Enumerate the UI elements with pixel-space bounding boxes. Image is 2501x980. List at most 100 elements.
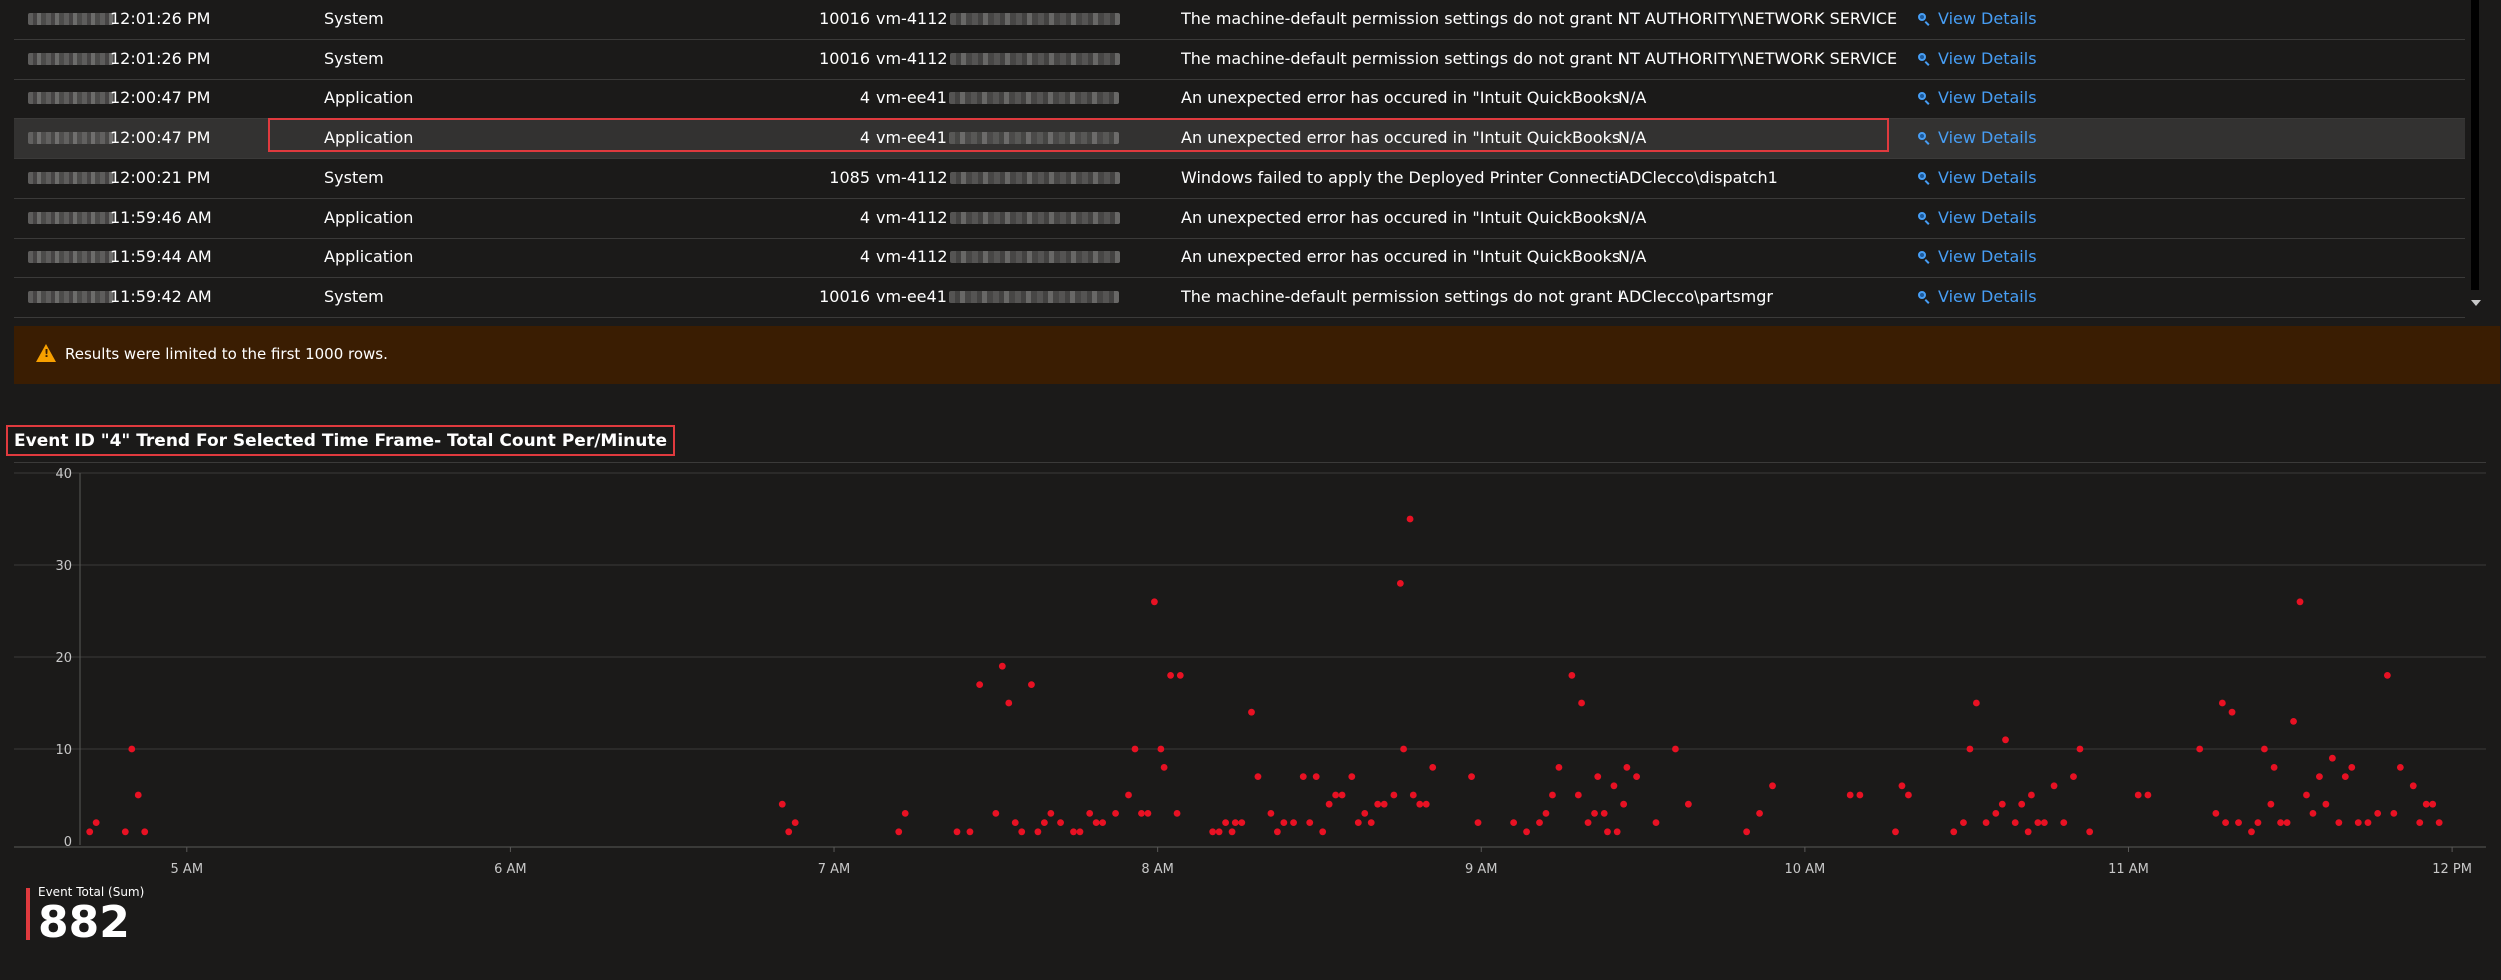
view-details-link[interactable]: View Details: [1918, 119, 2078, 158]
table-row[interactable]: 12:00:47 PM Application 4 vm-ee41 An unexpec…: [14, 79, 2465, 120]
table-row[interactable]: 11:59:42 AM System 10016 vm-ee41 The machine…: [14, 278, 2465, 318]
data-point: [1280, 819, 1288, 826]
view-details-link[interactable]: View Details: [1918, 40, 2078, 79]
data-point: [1070, 828, 1077, 836]
computer-prefix: vm-4112: [876, 48, 948, 68]
data-point: [1982, 819, 1990, 826]
scrollbar-thumb[interactable]: [2471, 0, 2479, 290]
data-point: [2261, 745, 2268, 753]
table-row[interactable]: 12:01:26 PM System 10016 vm-4112 The machine…: [14, 0, 2465, 40]
table-row[interactable]: 11:59:44 AM Application 4 vm-4112 An unexpec…: [14, 238, 2465, 279]
data-point: [92, 819, 100, 826]
user-cell: N/A: [1618, 128, 1647, 148]
data-point: [1157, 745, 1165, 753]
data-point: [1290, 819, 1297, 826]
data-point: [1400, 745, 1407, 753]
time-cell: 11:59:44 AM: [110, 247, 212, 267]
data-point: [1536, 819, 1543, 826]
data-point: [2390, 810, 2398, 817]
view-details-label: View Details: [1938, 48, 2037, 68]
data-point: [2267, 800, 2275, 808]
data-point: [1898, 782, 1906, 790]
data-point: [2076, 745, 2084, 753]
table-scrollbar[interactable]: [2467, 0, 2484, 316]
data-point: [2309, 810, 2317, 817]
table-row[interactable]: 12:01:26 PM System 10016 vm-4112 The machine…: [14, 40, 2465, 80]
log-cell: Application: [324, 247, 414, 267]
log-cell: System: [324, 167, 384, 187]
event-id-cell: 1085: [829, 167, 870, 187]
data-point: [992, 810, 1000, 817]
data-point: [134, 791, 142, 799]
table-row[interactable]: 12:00:21 PM System 1085 vm-4112 Windows fail…: [14, 159, 2465, 199]
event-id-cell: 4: [859, 247, 870, 267]
data-point: [121, 828, 129, 836]
data-point: [1594, 773, 1602, 780]
data-point: [2396, 764, 2404, 771]
magnifier-icon: [1918, 52, 1930, 65]
data-point: [1468, 773, 1475, 780]
table-row[interactable]: 11:59:46 AM Application 4 vm-4112 An unexpec…: [14, 199, 2465, 239]
magnifier-icon: [1918, 251, 1930, 263]
data-point: [1112, 810, 1119, 817]
data-point: [1591, 810, 1598, 817]
data-point: [2435, 819, 2443, 826]
data-point: [2011, 819, 2019, 826]
event-id-cell: 10016: [819, 9, 870, 28]
data-point: [2024, 828, 2032, 836]
data-point: [1319, 828, 1327, 836]
data-point: [2383, 672, 2391, 679]
data-point: [1299, 773, 1307, 780]
data-point: [86, 828, 94, 836]
data-point: [2144, 791, 2152, 799]
computer-name-redacted: [948, 92, 1119, 105]
warning-text: Results were limited to the first 1000 r…: [65, 345, 388, 363]
log-cell: Application: [324, 88, 414, 108]
data-point: [1610, 782, 1618, 790]
data-point: [1396, 580, 1404, 587]
data-point: [141, 828, 149, 836]
table-row[interactable]: 12:00:47 PM Application 4 vm-ee41 An unexpec…: [14, 119, 2465, 160]
computer-prefix: vm-ee41: [876, 128, 947, 148]
view-details-link[interactable]: View Details: [1918, 199, 2078, 238]
data-point: [1057, 819, 1064, 826]
data-point: [2409, 782, 2417, 790]
view-details-link[interactable]: View Details: [1918, 79, 2078, 118]
data-point: [1215, 828, 1223, 836]
data-point: [1892, 828, 1899, 836]
data-point: [2002, 736, 2009, 744]
data-point: [1510, 819, 1518, 826]
computer-cell: vm-ee41: [876, 278, 1126, 317]
view-details-link[interactable]: View Details: [1918, 0, 2078, 39]
data-point: [1613, 828, 1621, 836]
events-table: 12:01:26 PM System 10016 vm-4112 The machine…: [14, 0, 2465, 318]
data-point: [1222, 819, 1230, 826]
data-point: [778, 800, 786, 808]
data-point: [1238, 819, 1246, 826]
data-point: [1354, 819, 1362, 826]
data-point: [953, 828, 961, 836]
data-point: [1972, 699, 1980, 707]
time-cell: 12:00:47 PM: [110, 88, 211, 108]
data-point: [1332, 791, 1340, 799]
data-point: [2134, 791, 2142, 799]
data-point: [1151, 598, 1158, 606]
data-point: [1568, 672, 1576, 679]
data-point: [2028, 791, 2035, 799]
time-cell: 12:01:26 PM: [110, 9, 211, 28]
view-details-link[interactable]: View Details: [1918, 159, 2078, 198]
data-point: [1173, 810, 1181, 817]
data-point: [966, 828, 974, 836]
data-point: [2050, 782, 2058, 790]
event-id-cell: 4: [859, 207, 870, 227]
view-details-link[interactable]: View Details: [1918, 238, 2078, 277]
message-cell: An unexpected error has occured in "Intu…: [1181, 88, 1621, 108]
message-cell: An unexpected error has occured in "Intu…: [1181, 128, 1621, 148]
view-details-link[interactable]: View Details: [1918, 278, 2078, 317]
time-cell: 11:59:42 AM: [110, 286, 212, 306]
data-point: [1992, 810, 2000, 817]
data-point: [2416, 819, 2424, 826]
x-tick-label: 6 AM: [494, 862, 527, 877]
data-point: [1144, 810, 1152, 817]
scroll-down-arrow-icon[interactable]: [2471, 300, 2481, 306]
